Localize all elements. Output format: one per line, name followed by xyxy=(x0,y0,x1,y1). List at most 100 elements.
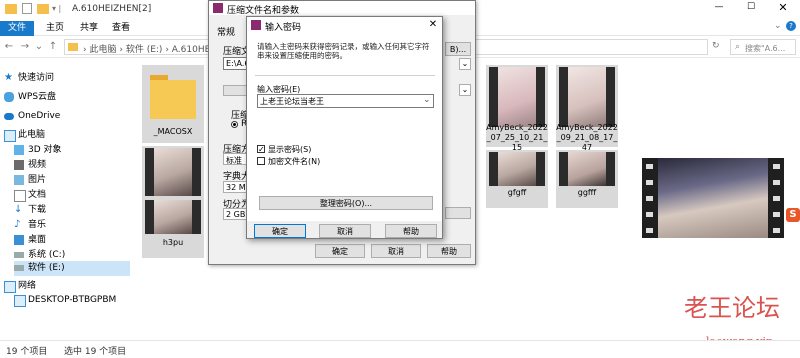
video-thumbnail xyxy=(145,148,201,196)
status-bar: 19 个项目 选中 19 个项目 xyxy=(0,340,800,358)
navigation-pane: ★ 快速访问 WPS云盘 OneDrive 此电脑 3D 对象 视频 图片 文档… xyxy=(0,58,130,340)
nav-item-drive-e[interactable]: 软件 (E:) xyxy=(14,261,130,276)
video-thumbnail xyxy=(489,152,545,186)
nav-item-pictures[interactable]: 图片 xyxy=(14,173,138,187)
computer-icon xyxy=(4,130,16,142)
file-name-amybeck-2: AmyBeck_2022_09_21_08_17_47 xyxy=(556,123,618,152)
dialog-footer: 确定 取消 帮助 xyxy=(247,221,442,238)
minimize-icon[interactable]: — xyxy=(708,2,730,12)
cancel-button[interactable]: 取消 xyxy=(371,244,421,258)
settings-button[interactable] xyxy=(445,207,471,219)
dialog-titlebar: 输入密码 ✕ xyxy=(247,17,442,33)
quick-access-dropdown-icon[interactable]: ▾ | xyxy=(52,4,61,13)
show-password-checkbox[interactable]: ✓ xyxy=(257,145,265,154)
cube-icon xyxy=(14,145,24,155)
tab-view[interactable]: 查看 xyxy=(106,21,136,36)
search-placeholder: 搜索"A.6... xyxy=(745,44,786,53)
folder-icon xyxy=(150,71,196,119)
nav-item-wps[interactable]: WPS云盘 xyxy=(4,90,128,104)
radio-rar[interactable] xyxy=(231,121,238,128)
file-item-gfgff[interactable]: gfgff xyxy=(486,150,548,208)
computer-icon xyxy=(14,295,26,307)
tab-general[interactable]: 常规 xyxy=(217,25,235,38)
chevron-down-icon[interactable]: ⌄ xyxy=(459,58,471,70)
folder-icon xyxy=(68,43,78,51)
check-icon[interactable] xyxy=(22,3,32,14)
winrar-icon xyxy=(251,20,261,30)
back-arrow-icon[interactable]: ← xyxy=(2,39,16,55)
up-arrow-icon[interactable]: ↑ xyxy=(46,39,60,55)
star-icon: ★ xyxy=(4,72,13,83)
dialog-title: 压缩文件名和参数 xyxy=(227,6,300,16)
tab-home[interactable]: 主页 xyxy=(40,21,70,36)
divider xyxy=(255,75,435,76)
ok-button[interactable]: 确定 xyxy=(315,244,365,258)
nav-item-music[interactable]: ♪ 音乐 xyxy=(14,218,138,232)
nav-item-documents[interactable]: 文档 xyxy=(14,188,138,202)
drag-preview-thumbnail xyxy=(642,158,784,238)
picture-icon xyxy=(14,175,24,185)
encrypt-filenames-label: 加密文件名(N) xyxy=(268,157,321,166)
nav-item-this-pc[interactable]: 此电脑 xyxy=(4,128,128,142)
ok-button[interactable]: 确定 xyxy=(254,224,306,238)
dialog-titlebar: 压缩文件名和参数 xyxy=(209,1,475,16)
window-title: A.610HEIZHEN[2] xyxy=(72,4,152,14)
download-icon: ↓ xyxy=(14,204,23,215)
help-button[interactable]: 帮助 xyxy=(427,244,471,258)
file-item-h3pu[interactable]: h3pu xyxy=(142,198,204,258)
folder-icon xyxy=(5,4,17,14)
help-button[interactable]: 帮助 xyxy=(385,224,437,238)
file-item-amybeck-2[interactable]: AmyBeck_2022_09_21_08_17_47 xyxy=(556,65,618,152)
onedrive-icon xyxy=(4,113,14,120)
breadcrumb-drive-e[interactable]: 软件 (E:) xyxy=(126,45,163,55)
desktop-icon xyxy=(14,235,24,245)
video-thumbnail xyxy=(559,67,615,127)
tab-file[interactable]: 文件 xyxy=(0,21,34,36)
nav-item-desktop[interactable]: 桌面 xyxy=(14,233,138,247)
nav-item-quick-access[interactable]: ★ 快速访问 xyxy=(4,71,128,85)
music-icon: ♪ xyxy=(14,219,21,230)
recent-dropdown-icon[interactable]: ⌄ xyxy=(32,39,46,55)
cancel-button[interactable]: 取消 xyxy=(319,224,371,238)
organize-passwords-button[interactable]: 整理密码(O)... xyxy=(259,196,433,210)
dialog-description: 请输入主密码来获得密码记录，或输入任何其它字符串来设置压缩使用的密码。 xyxy=(257,42,430,60)
forward-arrow-icon[interactable]: → xyxy=(18,39,32,55)
file-item-amybeck-1[interactable]: AmyBeck_2022_07_25_10_21_15 xyxy=(486,65,548,152)
nav-item-downloads[interactable]: ↓ 下载 xyxy=(14,203,138,217)
dialog-title: 输入密码 xyxy=(265,23,302,33)
file-item-ggfff[interactable]: ggfff xyxy=(556,150,618,208)
drive-icon xyxy=(14,252,24,258)
nav-item-desktop-pc[interactable]: DESKTOP-BTBGPBM xyxy=(14,293,138,307)
video-thumbnail xyxy=(559,152,615,186)
refresh-icon[interactable]: ↻ xyxy=(712,41,720,51)
chevron-down-icon[interactable]: ⌄ xyxy=(459,84,471,96)
nav-item-onedrive[interactable]: OneDrive xyxy=(4,109,128,123)
nav-item-videos[interactable]: 视频 xyxy=(14,158,138,172)
encrypt-filenames-checkbox[interactable] xyxy=(257,157,265,165)
nav-item-network[interactable]: 网络 xyxy=(4,279,128,293)
search-input[interactable]: ⌕ 搜索"A.6... xyxy=(730,39,796,55)
watermark-title: 老王论坛 xyxy=(684,296,780,320)
file-name-amybeck-1: AmyBeck_2022_07_25_10_21_15 xyxy=(486,123,548,152)
video-thumbnail xyxy=(489,67,545,127)
video-thumbnail xyxy=(145,200,201,234)
breadcrumb-this-pc[interactable]: 此电脑 xyxy=(89,45,116,55)
file-item-macosx[interactable]: _MACOSX xyxy=(142,65,204,143)
close-icon[interactable]: ✕ xyxy=(427,19,439,30)
winrar-icon xyxy=(213,3,223,13)
document-icon xyxy=(14,190,26,202)
help-icon[interactable]: ? xyxy=(786,21,796,31)
search-icon: ⌕ xyxy=(735,42,741,52)
browse-button[interactable]: B)... xyxy=(445,42,471,56)
password-input[interactable]: 上老王论坛当老王 ⌄ xyxy=(257,94,434,108)
new-folder-icon[interactable] xyxy=(37,4,49,14)
tab-share[interactable]: 共享 xyxy=(74,21,104,36)
drive-icon xyxy=(14,265,24,271)
maximize-icon[interactable]: ☐ xyxy=(740,2,762,12)
nav-item-drive-c[interactable]: 系统 (C:) xyxy=(14,248,138,262)
chevron-down-icon[interactable]: ⌄ xyxy=(774,21,782,31)
close-icon[interactable]: ✕ xyxy=(772,1,794,14)
nav-item-3d-objects[interactable]: 3D 对象 xyxy=(14,143,138,157)
password-dialog: 输入密码 ✕ 请输入主密码来获得密码记录，或输入任何其它字符串来设置压缩使用的密… xyxy=(246,16,443,239)
chevron-down-icon[interactable]: ⌄ xyxy=(423,95,431,105)
